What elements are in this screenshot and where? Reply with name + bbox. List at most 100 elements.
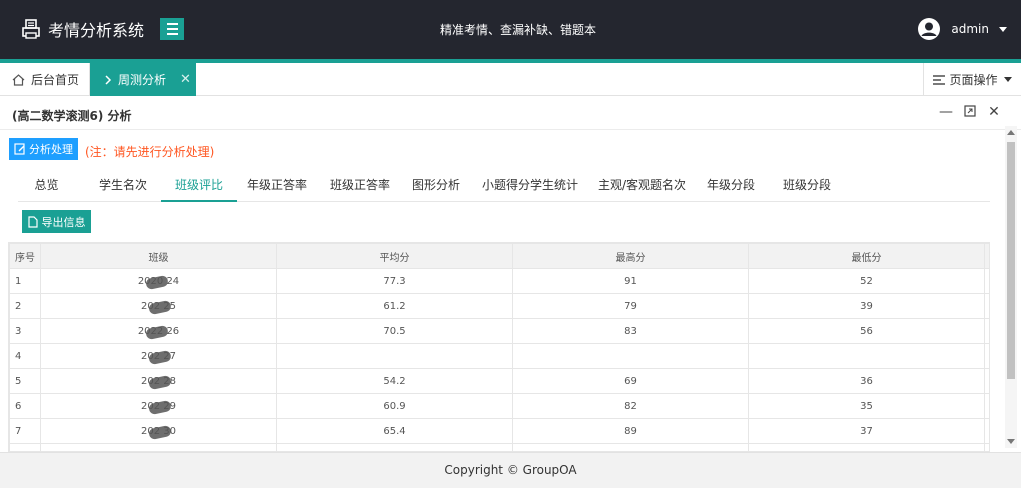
- analyze-button[interactable]: 分析处理: [9, 138, 78, 160]
- printer-icon: [22, 19, 40, 39]
- cell-index: 8: [9, 443, 41, 451]
- cell-spacer: [984, 318, 989, 344]
- tab-home-label: 后台首页: [31, 73, 80, 87]
- cell-min: 52: [748, 268, 985, 294]
- table-row[interactable]: 3 2022 26 70.5 83 56: [9, 318, 989, 344]
- table-row[interactable]: 1 2020 24 77.3 91 52: [9, 268, 989, 294]
- maximize-icon[interactable]: [963, 105, 977, 119]
- chevron-right-icon: [105, 74, 112, 85]
- cell-class: 202 29: [40, 393, 277, 419]
- tab-weekly-analysis[interactable]: 周测分析 ✕: [90, 63, 196, 96]
- table-header-row: 序号 班级 平均分 最高分 最低分: [9, 243, 989, 269]
- hamburger-icon-line: [166, 33, 178, 35]
- home-icon: [12, 73, 25, 86]
- analysis-subtabs: 总览 学生名次 班级评比 年级正答率 班级正答率 图形分析 小题得分学生统计 主…: [18, 170, 990, 202]
- cell-min: 39: [748, 293, 985, 319]
- subtab-chart-analysis[interactable]: 图形分析: [406, 170, 466, 202]
- close-icon[interactable]: ✕: [987, 105, 1001, 119]
- subtab-grade-accuracy[interactable]: 年级正答率: [244, 170, 310, 202]
- cell-max: 82: [512, 393, 749, 419]
- cell-class: 202 28: [40, 368, 277, 394]
- cell-average: 54.2: [276, 368, 513, 394]
- user-menu[interactable]: admin: [917, 17, 1007, 41]
- tab-home[interactable]: 后台首页: [0, 63, 90, 96]
- cell-index: 7: [9, 418, 41, 444]
- page-footer: Copyright © GroupOA: [0, 452, 1021, 488]
- subtab-class-accuracy[interactable]: 班级正答率: [324, 170, 396, 202]
- cell-min: [748, 443, 985, 451]
- subtab-grade-segment[interactable]: 年级分段: [700, 170, 762, 202]
- subtab-class-compare[interactable]: 班级评比: [161, 170, 237, 202]
- cell-index: 2: [9, 293, 41, 319]
- vertical-scrollbar[interactable]: [1005, 126, 1017, 448]
- cell-index: 5: [9, 368, 41, 394]
- cell-average: 70.5: [276, 318, 513, 344]
- cell-spacer: [984, 443, 989, 451]
- cell-average: 77.3: [276, 268, 513, 294]
- list-icon: [933, 74, 946, 85]
- redacted-class: 2020 24: [138, 274, 179, 290]
- redacted-class: 202 29: [141, 399, 176, 415]
- column-header-min[interactable]: 最低分: [748, 243, 985, 269]
- table-row[interactable]: 7 202 30 65.4 89 37: [9, 418, 989, 444]
- cell-class: 20222231: [40, 443, 277, 451]
- cell-class: 202 25: [40, 293, 277, 319]
- cell-class: 2022 26: [40, 318, 277, 344]
- subtab-student-rank[interactable]: 学生名次: [90, 170, 156, 202]
- class-compare-table: 序号 班级 平均分 最高分 最低分 1 2020 24 77.3 91 52: [8, 242, 990, 452]
- analyze-button-label: 分析处理: [29, 143, 73, 156]
- document-icon: [27, 215, 38, 228]
- redacted-class: 2022 26: [138, 324, 179, 340]
- cell-max: 83: [512, 318, 749, 344]
- cell-spacer: [984, 418, 989, 444]
- cell-class: 202 27: [40, 343, 277, 369]
- redacted-class: 202 28: [141, 374, 176, 390]
- table-row[interactable]: 6 202 29 60.9 82 35: [9, 393, 989, 419]
- header-slogan: 精准考情、查漏补缺、错题本: [440, 23, 597, 37]
- scroll-up-icon[interactable]: [1007, 130, 1015, 135]
- subtab-subjective-objective-rank[interactable]: 主观/客观题名次: [596, 170, 688, 202]
- cell-max: 69: [512, 368, 749, 394]
- cell-min: 56: [748, 318, 985, 344]
- scroll-down-icon[interactable]: [1007, 439, 1015, 444]
- caret-down-icon[interactable]: [999, 26, 1007, 32]
- cell-average: 65.4: [276, 418, 513, 444]
- export-button-label: 导出信息: [41, 215, 86, 229]
- column-header-class[interactable]: 班级: [40, 243, 277, 269]
- cell-min: 35: [748, 393, 985, 419]
- cell-average: [276, 343, 513, 369]
- subtab-question-score-stats[interactable]: 小题得分学生统计: [480, 170, 580, 202]
- column-header-max[interactable]: 最高分: [512, 243, 749, 269]
- table-row[interactable]: 2 202 25 61.2 79 39: [9, 293, 989, 319]
- column-header-spacer: [984, 243, 989, 269]
- cell-max: 89: [512, 418, 749, 444]
- app-logo: 考情分析系统: [22, 17, 144, 41]
- export-button[interactable]: 导出信息: [22, 210, 91, 233]
- minimize-icon[interactable]: —: [939, 105, 953, 119]
- cell-class: 202 30: [40, 418, 277, 444]
- page-operations-menu[interactable]: 页面操作: [923, 63, 1021, 96]
- redacted-class: 202 27: [141, 349, 176, 365]
- cell-max: 91: [512, 268, 749, 294]
- cell-average: 60.9: [276, 393, 513, 419]
- analyze-note: (注：请先进行分析处理): [85, 145, 215, 159]
- column-header-index[interactable]: 序号: [9, 243, 41, 269]
- cell-average: 61.2: [276, 293, 513, 319]
- table-row[interactable]: 5 202 28 54.2 69 36: [9, 368, 989, 394]
- redacted-class: 202 25: [141, 299, 176, 315]
- cell-index: 3: [9, 318, 41, 344]
- edit-icon: [14, 143, 25, 155]
- scrollbar-thumb[interactable]: [1007, 142, 1015, 379]
- menu-toggle-button[interactable]: [160, 18, 184, 40]
- username[interactable]: admin: [951, 22, 989, 36]
- subtab-class-segment[interactable]: 班级分段: [776, 170, 838, 202]
- redacted-class: 202 30: [141, 424, 176, 440]
- table-row[interactable]: 8 20222231: [9, 443, 989, 451]
- column-header-average[interactable]: 平均分: [276, 243, 513, 269]
- cell-class: 2020 24: [40, 268, 277, 294]
- subtab-overview[interactable]: 总览: [18, 170, 75, 202]
- cell-spacer: [984, 343, 989, 369]
- close-icon[interactable]: ✕: [180, 72, 191, 87]
- table-row[interactable]: 4 202 27: [9, 343, 989, 369]
- top-header: 考情分析系统 精准考情、查漏补缺、错题本 admin: [0, 0, 1021, 59]
